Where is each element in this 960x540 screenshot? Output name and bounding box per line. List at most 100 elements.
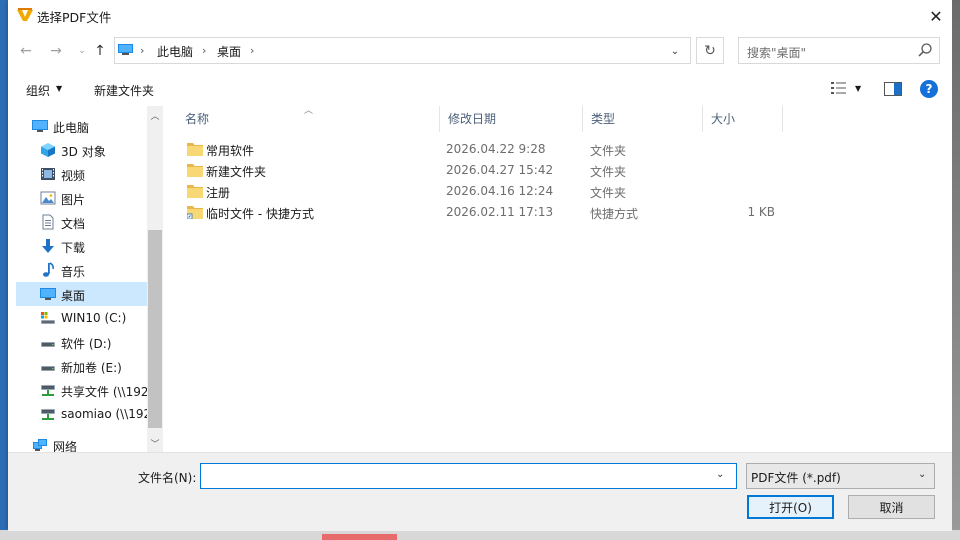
drive-icon bbox=[41, 366, 55, 371]
file-name: 临时文件 - 快捷方式 bbox=[206, 207, 314, 221]
sidebar-item-music[interactable]: 音乐 bbox=[16, 258, 155, 282]
sidebar-item-label: 视频 bbox=[61, 169, 86, 183]
organize-button[interactable]: 组织 bbox=[26, 82, 50, 99]
sidebar-item-label: 3D 对象 bbox=[61, 145, 106, 159]
back-button[interactable]: ← bbox=[16, 40, 36, 62]
file-date: 2026.04.22 9:28 bbox=[446, 142, 546, 156]
folder-icon bbox=[187, 164, 203, 177]
address-history-dropdown[interactable]: ⌄ bbox=[665, 42, 685, 60]
sidebar-item-label: 音乐 bbox=[61, 265, 86, 279]
file-name: 注册 bbox=[206, 186, 231, 200]
file-row[interactable]: 临时文件 - 快捷方式 2026.02.11 17:13 快捷方式 1 KB bbox=[177, 202, 797, 223]
file-type: 文件夹 bbox=[590, 186, 627, 200]
search-icon[interactable] bbox=[917, 42, 933, 58]
sidebar-item-label: saomiao (\\192 bbox=[61, 407, 152, 421]
address-bar[interactable] bbox=[114, 37, 691, 64]
sidebar-item-downloads[interactable]: 下载 bbox=[16, 234, 155, 258]
file-date: 2026.04.16 12:24 bbox=[446, 184, 554, 198]
network-icon bbox=[33, 439, 47, 451]
sidebar-item-documents[interactable]: 文档 bbox=[16, 210, 155, 234]
breadcrumb-this-pc[interactable]: 此电脑 bbox=[157, 43, 193, 60]
sidebar-item-drive-d[interactable]: 软件 (D:) bbox=[16, 330, 155, 354]
file-date: 2026.04.27 15:42 bbox=[446, 163, 554, 177]
sidebar-item-network-share[interactable]: 共享文件 (\\192 bbox=[16, 378, 155, 402]
sidebar-item-label: WIN10 (C:) bbox=[61, 311, 127, 325]
scroll-up-button[interactable]: ︿ bbox=[147, 106, 163, 124]
file-date: 2026.02.11 17:13 bbox=[446, 205, 554, 219]
sidebar-item-drive-c[interactable]: WIN10 (C:) bbox=[16, 306, 155, 330]
sidebar-item-label: 新加卷 (E:) bbox=[61, 361, 122, 375]
filename-label: 文件名(N): bbox=[138, 471, 197, 485]
sidebar-item-desktop[interactable]: 桌面 bbox=[16, 282, 155, 306]
download-icon bbox=[42, 239, 54, 253]
file-size: 1 KB bbox=[747, 205, 775, 219]
background-taskbar-strip bbox=[0, 530, 960, 540]
sidebar-item-label: 下载 bbox=[61, 241, 86, 255]
preview-pane-icon[interactable] bbox=[884, 82, 902, 96]
network-drive-icon bbox=[41, 385, 55, 396]
background-button bbox=[322, 534, 397, 540]
network-drive-icon bbox=[41, 409, 55, 420]
breadcrumb-separator[interactable]: › bbox=[202, 44, 206, 57]
file-name: 新建文件夹 bbox=[206, 165, 267, 179]
navigation-pane: 此电脑 3D 对象 视频 图片 文档 下载 音乐 桌面 WIN10 (C:) 软… bbox=[8, 106, 163, 454]
sidebar-item-saomiao[interactable]: saomiao (\\192 bbox=[16, 402, 155, 426]
forward-button[interactable]: → bbox=[46, 40, 66, 62]
breadcrumb-separator[interactable]: › bbox=[250, 44, 254, 57]
view-options-icon[interactable] bbox=[830, 81, 848, 95]
background-desktop-strip bbox=[952, 0, 960, 540]
scroll-down-button[interactable]: ﹀ bbox=[147, 434, 163, 452]
video-icon bbox=[41, 168, 55, 180]
column-header-date[interactable]: 修改日期 bbox=[440, 106, 583, 132]
document-icon bbox=[42, 214, 54, 230]
sidebar-item-label: 软件 (D:) bbox=[61, 337, 112, 351]
refresh-button[interactable]: ↻ bbox=[696, 37, 724, 64]
file-row[interactable]: 注册 2026.04.16 12:24 文件夹 bbox=[177, 181, 797, 202]
scroll-thumb[interactable] bbox=[148, 230, 162, 428]
breadcrumb-separator[interactable]: › bbox=[140, 44, 144, 57]
cube-icon bbox=[41, 143, 55, 157]
filetype-value: PDF文件 (*.pdf) bbox=[751, 471, 841, 485]
open-button[interactable]: 打开(O) bbox=[747, 495, 834, 519]
filename-input[interactable] bbox=[200, 463, 737, 489]
sidebar-item-this-pc[interactable]: 此电脑 bbox=[16, 114, 155, 138]
folder-shortcut-icon bbox=[187, 206, 203, 219]
filetype-dropdown-arrow[interactable]: ⌄ bbox=[918, 469, 926, 480]
folder-icon bbox=[187, 185, 203, 198]
file-row[interactable]: 常用软件 2026.04.22 9:28 文件夹 bbox=[177, 139, 797, 160]
sidebar-item-drive-e[interactable]: 新加卷 (E:) bbox=[16, 354, 155, 378]
file-name: 常用软件 bbox=[206, 144, 255, 158]
file-type: 文件夹 bbox=[590, 165, 627, 179]
column-header-size[interactable]: 大小 bbox=[703, 106, 783, 132]
computer-icon bbox=[32, 120, 48, 132]
sidebar-item-3d-objects[interactable]: 3D 对象 bbox=[16, 138, 155, 162]
up-button[interactable]: ↑ bbox=[90, 40, 110, 62]
sidebar-item-videos[interactable]: 视频 bbox=[16, 162, 155, 186]
recent-locations-button[interactable]: ⌄ bbox=[72, 40, 92, 62]
new-folder-button[interactable]: 新建文件夹 bbox=[94, 82, 154, 99]
computer-icon bbox=[118, 44, 133, 55]
breadcrumb-desktop[interactable]: 桌面 bbox=[217, 43, 241, 60]
title-bar[interactable] bbox=[8, 0, 952, 32]
sidebar-item-label: 文档 bbox=[61, 217, 86, 231]
organize-dropdown-arrow[interactable]: ▼ bbox=[56, 84, 62, 93]
view-dropdown-arrow[interactable]: ▼ bbox=[855, 84, 861, 93]
sidebar-item-label: 此电脑 bbox=[53, 121, 90, 135]
column-header-name[interactable]: 名称 bbox=[177, 106, 440, 132]
picture-icon bbox=[40, 191, 56, 205]
file-type: 文件夹 bbox=[590, 144, 627, 158]
close-button[interactable]: ✕ bbox=[920, 4, 952, 28]
search-placeholder: 搜索"桌面" bbox=[747, 46, 807, 60]
help-icon[interactable]: ? bbox=[920, 80, 938, 98]
cancel-button[interactable]: 取消 bbox=[848, 495, 935, 519]
column-header-type[interactable]: 类型 bbox=[583, 106, 703, 132]
desktop-icon bbox=[40, 288, 56, 300]
drive-icon bbox=[41, 342, 55, 347]
sidebar-item-label: 共享文件 (\\192 bbox=[61, 385, 149, 399]
filename-history-dropdown[interactable]: ⌄ bbox=[716, 469, 724, 480]
file-type: 快捷方式 bbox=[590, 207, 639, 221]
app-logo-icon bbox=[17, 8, 33, 21]
sidebar-item-pictures[interactable]: 图片 bbox=[16, 186, 155, 210]
music-icon bbox=[43, 262, 54, 277]
file-row[interactable]: 新建文件夹 2026.04.27 15:42 文件夹 bbox=[177, 160, 797, 181]
